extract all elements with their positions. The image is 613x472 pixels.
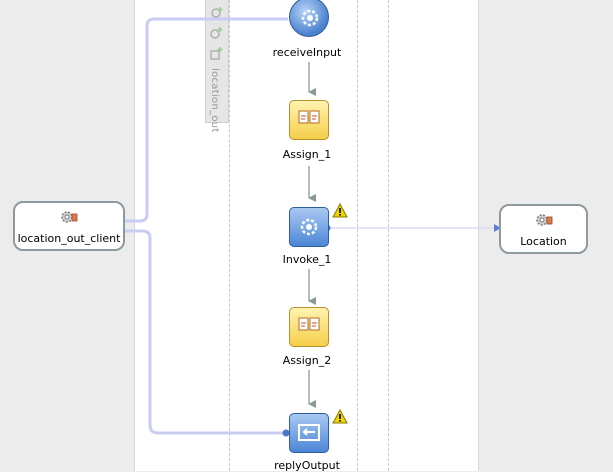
assign-activity-1[interactable]	[289, 100, 329, 140]
reply-activity[interactable]	[289, 413, 329, 453]
activity-label: Assign_1	[282, 148, 332, 161]
partner-link-label: location_out_client	[17, 232, 121, 245]
gear-icon	[535, 214, 552, 226]
receive-icon	[301, 9, 319, 27]
partner-link-location[interactable]: Location	[499, 204, 588, 254]
receive-activity[interactable]	[289, 0, 329, 37]
activity-label: Invoke_1	[282, 253, 332, 266]
bpel-designer-canvas: location_out location_out_client Locatio…	[0, 0, 613, 472]
assign-icon	[298, 110, 320, 124]
assign-activity-2[interactable]	[289, 307, 329, 347]
activity-label: receiveInput	[272, 46, 342, 59]
reply-icon	[298, 424, 320, 441]
warning-icon[interactable]	[332, 409, 348, 424]
invoke-icon	[300, 218, 318, 236]
assign-icon	[298, 317, 320, 331]
warning-icon[interactable]	[332, 203, 348, 218]
partner-link-label: Location	[520, 235, 567, 248]
gear-icon	[61, 211, 78, 223]
partner-link-location-out-client[interactable]: location_out_client	[13, 201, 125, 251]
activity-label: Assign_2	[282, 354, 332, 367]
activity-label: replyOutput	[274, 459, 340, 472]
invoke-activity[interactable]	[289, 207, 329, 247]
